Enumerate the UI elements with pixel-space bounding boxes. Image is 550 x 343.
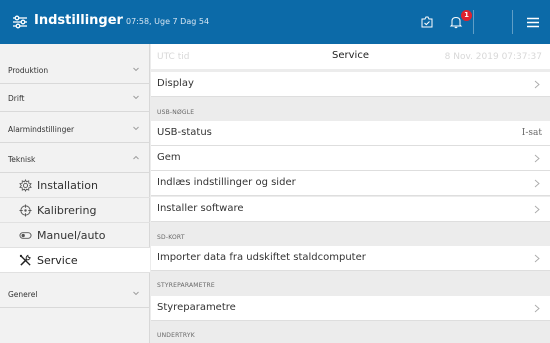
- sidebar-group-generel[interactable]: Generel: [0, 280, 150, 308]
- header-divider: [473, 10, 474, 34]
- notification-badge: 1: [461, 10, 472, 21]
- sidebar-group-label: Drift: [8, 94, 25, 103]
- row-label: Importer data fra udskiftet staldcompute…: [157, 252, 366, 263]
- sidebar-item-label: Installation: [37, 179, 98, 192]
- section-header-styreparametre: STYREPARAMETRE: [157, 282, 215, 289]
- row-label: Styreparametre: [157, 302, 236, 313]
- sidebar-group-label: Alarmindstillinger: [8, 125, 75, 134]
- time-info: 07:58, Uge 7 Dag 54: [126, 17, 210, 26]
- sidebar-group-produktion[interactable]: Produktion: [0, 56, 150, 84]
- chevron-down-icon: [133, 126, 139, 131]
- row-display[interactable]: Display: [151, 72, 550, 97]
- section-header-sd: SD-KORT: [157, 234, 185, 241]
- settings-sliders-icon: [13, 15, 27, 29]
- sidebar: Produktion Drift Alarmindstillinger Tekn…: [0, 44, 150, 343]
- row-indlaes[interactable]: Indlæs indstillinger og sider: [151, 171, 550, 196]
- sidebar-group-label: Produktion: [8, 66, 49, 75]
- chevron-down-icon: [133, 291, 139, 296]
- gear-icon: [19, 179, 32, 192]
- header-divider: [512, 10, 513, 34]
- notifications-button[interactable]: [441, 0, 471, 44]
- sidebar-item-label: Kalibrering: [37, 204, 97, 217]
- toggle-icon: [19, 232, 32, 239]
- tools-icon: [19, 254, 31, 266]
- row-label: Gem: [157, 152, 181, 163]
- row-label: Display: [157, 78, 194, 89]
- chevron-down-icon: [133, 67, 139, 72]
- row-gem[interactable]: Gem: [151, 146, 550, 171]
- main-panel: UTC tid 8 Nov. 2019 07:37:37 Service Dis…: [151, 44, 550, 343]
- chevron-right-icon: [534, 179, 540, 188]
- title-bar: UTC tid 8 Nov. 2019 07:37:37 Service: [151, 44, 550, 69]
- sidebar-item-manuel-auto[interactable]: Manuel/auto: [0, 223, 150, 248]
- row-label: Indlæs indstillinger og sider: [157, 177, 296, 188]
- chevron-right-icon: [534, 80, 540, 89]
- chevron-right-icon: [534, 254, 540, 263]
- row-usb-status: USB-status I-sat: [151, 121, 550, 146]
- hamburger-menu-icon: [527, 17, 539, 27]
- sidebar-item-kalibrering[interactable]: Kalibrering: [0, 198, 150, 223]
- sidebar-group-label: Teknisk: [8, 155, 36, 164]
- row-label: USB-status: [157, 127, 212, 138]
- section-header-undertryk: UNDERTRYK: [157, 332, 195, 339]
- chevron-right-icon: [534, 304, 540, 313]
- sidebar-group-alarmindstillinger[interactable]: Alarmindstillinger: [0, 115, 150, 143]
- sidebar-group-teknisk[interactable]: Teknisk: [0, 145, 150, 173]
- section-header-usb: USB-NØGLE: [157, 109, 195, 116]
- row-importer-data[interactable]: Importer data fra udskiftet staldcompute…: [151, 246, 550, 271]
- sidebar-item-label: Service: [37, 254, 78, 267]
- sidebar-item-label: Manuel/auto: [37, 229, 106, 242]
- chevron-up-icon: [133, 155, 139, 160]
- crosshair-icon: [19, 204, 32, 217]
- row-label: Installer software: [157, 203, 244, 214]
- chevron-right-icon: [534, 205, 540, 214]
- sidebar-item-service[interactable]: Service: [0, 248, 150, 273]
- sidebar-group-label: Generel: [8, 290, 38, 299]
- app-header: Indstillinger 07:58, Uge 7 Dag 54 1: [0, 0, 550, 44]
- menu-button[interactable]: [518, 0, 548, 44]
- sidebar-group-drift[interactable]: Drift: [0, 84, 150, 112]
- usb-status-value: I-sat: [521, 128, 542, 138]
- panel-title: Service: [332, 50, 369, 61]
- clock-check-icon: [421, 16, 433, 28]
- page-title: Indstillinger: [34, 13, 123, 28]
- chevron-right-icon: [534, 154, 540, 163]
- row-installer-software[interactable]: Installer software: [151, 197, 550, 222]
- sidebar-item-installation[interactable]: Installation: [0, 173, 150, 198]
- chevron-down-icon: [133, 95, 139, 100]
- row-styreparametre[interactable]: Styreparametre: [151, 296, 550, 321]
